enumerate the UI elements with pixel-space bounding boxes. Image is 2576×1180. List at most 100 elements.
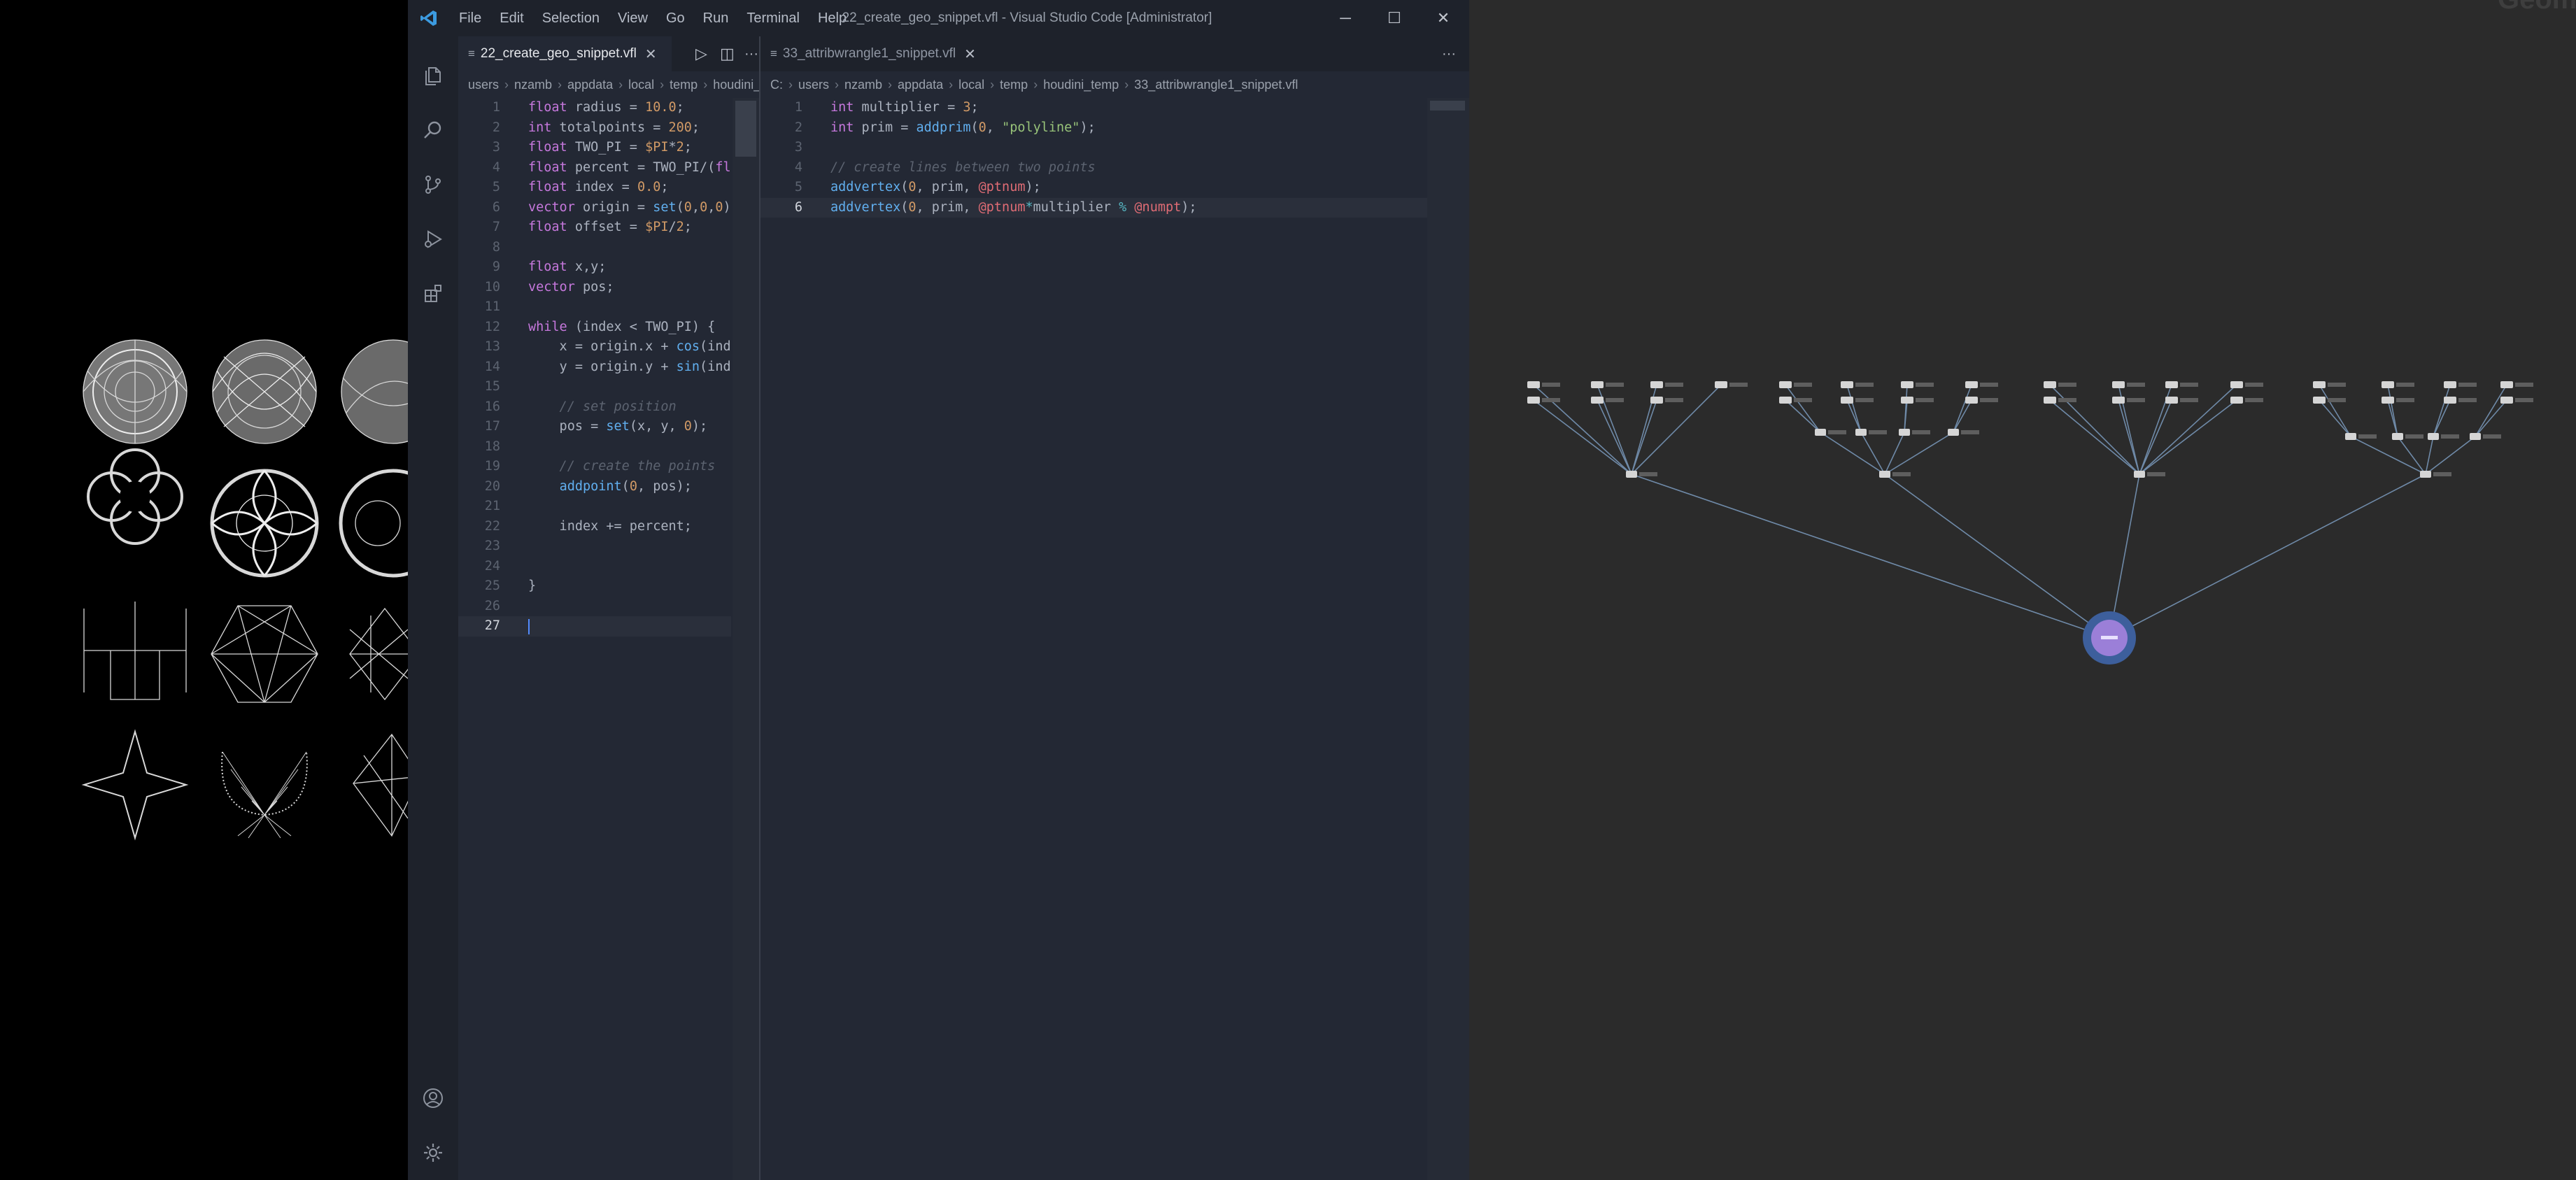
network-node[interactable] xyxy=(1841,381,1853,388)
network-node[interactable] xyxy=(1591,397,1604,404)
run-debug-icon[interactable] xyxy=(415,221,451,257)
network-node[interactable] xyxy=(2112,381,2125,388)
tab-create-geo-snippet[interactable]: ≡ 22_create_geo_snippet.vfl ✕ xyxy=(458,36,672,71)
menu-run[interactable]: Run xyxy=(694,0,738,36)
network-node[interactable] xyxy=(2112,397,2125,404)
code-line[interactable]: 2 int prim = addprim(0, "polyline"); xyxy=(760,118,1427,138)
code-line[interactable]: 13 x = origin.x + cos(index xyxy=(458,337,731,357)
breadcrumb-item[interactable]: temp xyxy=(670,78,698,92)
network-node[interactable] xyxy=(1779,397,1792,404)
code-line[interactable]: 15 xyxy=(458,377,731,397)
breadcrumb-item[interactable]: C: xyxy=(770,78,783,92)
more-actions-button[interactable]: ··· xyxy=(1432,36,1466,71)
output-node[interactable] xyxy=(2083,611,2136,664)
breadcrumb-item[interactable]: appdata xyxy=(898,78,943,92)
code-line[interactable]: 4 float percent = TWO_PI/(float xyxy=(458,158,731,178)
network-node[interactable] xyxy=(2500,381,2513,388)
code-line[interactable]: 8 xyxy=(458,238,731,258)
code-line[interactable]: 25} xyxy=(458,576,731,597)
menu-view[interactable]: View xyxy=(609,0,657,36)
network-node[interactable] xyxy=(2500,397,2513,404)
network-node[interactable] xyxy=(1815,429,1826,436)
code-line[interactable]: 4 // create lines between two points xyxy=(760,158,1427,178)
network-node[interactable] xyxy=(2044,397,2056,404)
breadcrumb-item[interactable]: users xyxy=(468,78,499,92)
network-node[interactable] xyxy=(2392,433,2403,440)
network-node[interactable] xyxy=(2313,381,2326,388)
close-window-button[interactable]: ✕ xyxy=(1419,0,1468,36)
network-node[interactable] xyxy=(2165,397,2178,404)
close-tab-icon[interactable]: ✕ xyxy=(645,45,657,63)
breadcrumb-item[interactable]: houdini_temp xyxy=(1043,78,1119,92)
code-line[interactable]: 22 index += percent; xyxy=(458,517,731,537)
code-line[interactable]: 18 xyxy=(458,437,731,457)
code-line[interactable]: 24 xyxy=(458,557,731,577)
network-node[interactable] xyxy=(1899,429,1910,436)
code-line[interactable]: 16 // set position xyxy=(458,397,731,418)
code-line[interactable]: 11 xyxy=(458,297,731,318)
network-node[interactable] xyxy=(2230,381,2243,388)
network-node[interactable] xyxy=(2420,471,2431,478)
network-node[interactable] xyxy=(2470,433,2481,440)
code-line[interactable]: 2 int totalpoints = 200; xyxy=(458,118,731,138)
code-line[interactable]: 9 float x,y; xyxy=(458,257,731,278)
breadcrumb-item[interactable]: appdata xyxy=(567,78,613,92)
minimap-right[interactable] xyxy=(1427,98,1469,1180)
account-icon[interactable] xyxy=(415,1080,451,1116)
code-line[interactable]: 6 addvertex(0, prim, @ptnum*multiplier % … xyxy=(760,197,1427,218)
code-line[interactable]: 26 xyxy=(458,597,731,617)
network-node[interactable] xyxy=(2444,397,2456,404)
explorer-icon[interactable] xyxy=(415,57,451,94)
maximize-button[interactable]: ☐ xyxy=(1370,0,1419,36)
network-node[interactable] xyxy=(1779,381,1792,388)
network-node[interactable] xyxy=(1901,381,1913,388)
code-line[interactable]: 12 while (index < TWO_PI) { xyxy=(458,318,731,338)
menu-terminal[interactable]: Terminal xyxy=(737,0,809,36)
network-node[interactable] xyxy=(1626,471,1637,478)
code-line[interactable]: 5 float index = 0.0; xyxy=(458,178,731,198)
code-line[interactable]: 20 addpoint(0, pos); xyxy=(458,477,731,497)
code-line[interactable]: 27 xyxy=(458,616,731,637)
extensions-icon[interactable] xyxy=(415,276,451,312)
network-node[interactable] xyxy=(2345,433,2356,440)
code-line[interactable]: 21 xyxy=(458,497,731,517)
code-line[interactable]: 1 float radius = 10.0; xyxy=(458,98,731,118)
network-node[interactable] xyxy=(2313,397,2326,404)
code-line[interactable]: 23 xyxy=(458,536,731,557)
network-node[interactable] xyxy=(1965,397,1978,404)
settings-gear-icon[interactable] xyxy=(415,1135,451,1171)
menu-go[interactable]: Go xyxy=(657,0,694,36)
code-editor-left[interactable]: 1 float radius = 10.0; 2 int totalpoints = … xyxy=(458,98,731,1180)
breadcrumb-item[interactable]: houdini_ter xyxy=(713,78,759,92)
network-node[interactable] xyxy=(1965,381,1978,388)
network-node[interactable] xyxy=(1841,397,1853,404)
close-tab-icon[interactable]: ✕ xyxy=(964,45,976,63)
network-node[interactable] xyxy=(1527,397,1540,404)
code-line[interactable]: 19 // create the points xyxy=(458,457,731,477)
minimap-left[interactable] xyxy=(733,98,759,1180)
code-line[interactable]: 3 float TWO_PI = $PI*2; xyxy=(458,138,731,158)
network-node[interactable] xyxy=(1948,429,1959,436)
breadcrumb-item[interactable]: temp xyxy=(1000,78,1028,92)
network-node[interactable] xyxy=(1715,381,1727,388)
code-line[interactable]: 1 int multiplier = 3; xyxy=(760,98,1427,118)
menu-edit[interactable]: Edit xyxy=(490,0,532,36)
network-node[interactable] xyxy=(1650,397,1663,404)
code-line[interactable]: 14 y = origin.y + sin(index xyxy=(458,357,731,378)
search-icon[interactable] xyxy=(415,112,451,148)
code-line[interactable]: 7 float offset = $PI/2; xyxy=(458,218,731,238)
network-node[interactable] xyxy=(2444,381,2456,388)
code-line[interactable]: 3 xyxy=(760,138,1427,158)
network-node[interactable] xyxy=(2165,381,2178,388)
minimize-button[interactable]: ─ xyxy=(1321,0,1370,36)
breadcrumb-item[interactable]: 33_attribwrangle1_snippet.vfl xyxy=(1134,78,1298,92)
network-node[interactable] xyxy=(1591,381,1604,388)
network-node[interactable] xyxy=(1901,397,1913,404)
code-line[interactable]: 10 vector pos; xyxy=(458,278,731,298)
breadcrumb-item[interactable]: local xyxy=(958,78,984,92)
network-node[interactable] xyxy=(2230,397,2243,404)
network-node[interactable] xyxy=(2134,471,2145,478)
houdini-network-view[interactable]: Geom xyxy=(1469,0,2576,1180)
network-node[interactable] xyxy=(2382,397,2394,404)
breadcrumb-item[interactable]: nzamb xyxy=(514,78,552,92)
